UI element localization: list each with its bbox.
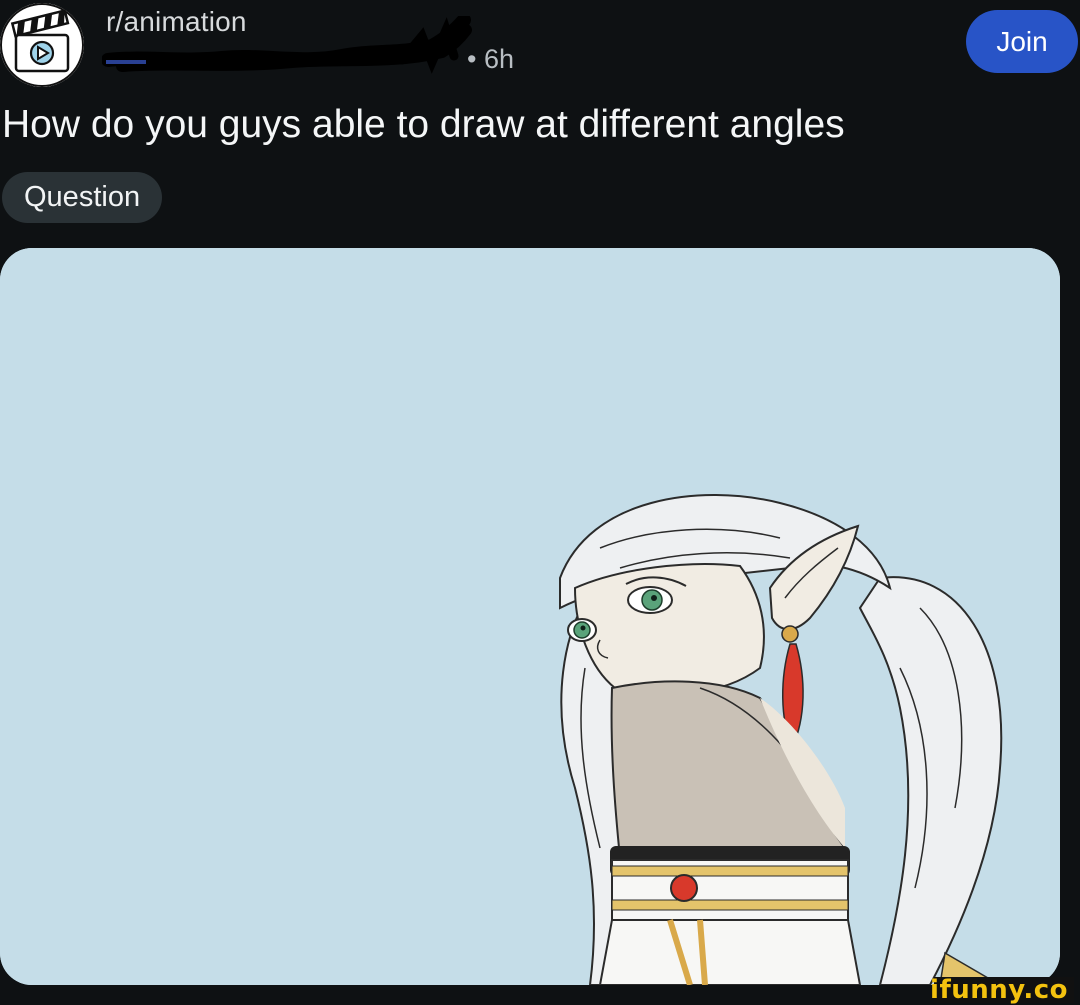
post-flair[interactable]: Question: [2, 172, 163, 223]
ifunny-watermark: ifunny.co: [930, 975, 1074, 1005]
watermark-text: ifunny.co: [930, 975, 1068, 1005]
post-timestamp: • 6h: [467, 44, 514, 74]
clapperboard-icon: [0, 3, 84, 87]
post-title[interactable]: How do you guys able to draw at differen…: [2, 103, 845, 147]
post-image[interactable]: [0, 248, 1060, 985]
reddit-post-screen: r/animation • 6h Join How do you guys ab…: [0, 0, 1080, 1005]
anime-elf-illustration: [0, 248, 1060, 985]
redacted-username: [102, 16, 472, 74]
join-button[interactable]: Join: [966, 10, 1078, 73]
subreddit-avatar[interactable]: [0, 3, 84, 87]
